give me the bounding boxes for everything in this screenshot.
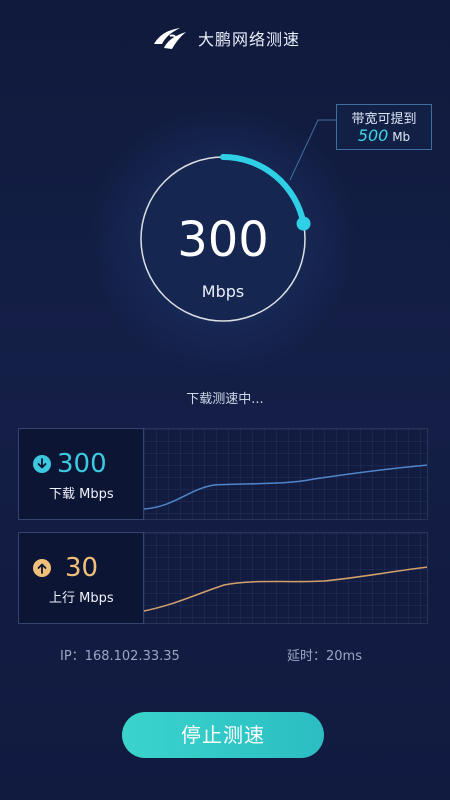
download-speed-value: 300 [57,449,107,479]
upload-arrow-icon [33,559,51,577]
download-speed-label: 下载 Mbps [49,487,114,502]
bandwidth-callout: 带宽可提到 500 Mb [336,104,432,150]
callout-max-value: 500 [357,126,389,145]
upload-summary: 30 上行 Mbps [18,532,144,624]
download-line [144,464,427,510]
stop-test-button[interactable]: 停止测速 [122,712,324,758]
app-header: 大鹏网络测速 [0,24,450,54]
download-chart [144,428,428,520]
upload-speed-label: 上行 Mbps [49,591,114,606]
download-summary: 300 下载 Mbps [18,428,144,520]
brand: 大鹏网络测速 [150,24,300,52]
status-text: 下载测速中... [186,392,264,407]
download-panel: 300 下载 Mbps [18,428,428,520]
callout-max-unit: Mb [392,130,411,144]
ip-address: IP：168.102.33.35 [60,649,180,664]
upload-line [144,566,427,612]
download-arrow-icon [33,455,51,473]
app-title: 大鹏网络测速 [197,30,300,49]
callout-text: 带宽可提到 [351,112,417,127]
bird-logo-icon [153,28,186,49]
upload-chart [144,532,428,624]
current-speed-value: 300 [177,212,269,268]
latency: 延时：20ms [287,649,362,664]
current-speed-unit: Mbps [201,282,245,301]
upload-panel: 30 上行 Mbps [18,532,428,624]
callout-max: 500 Mb [337,126,431,145]
upload-speed-value: 30 [65,553,99,583]
